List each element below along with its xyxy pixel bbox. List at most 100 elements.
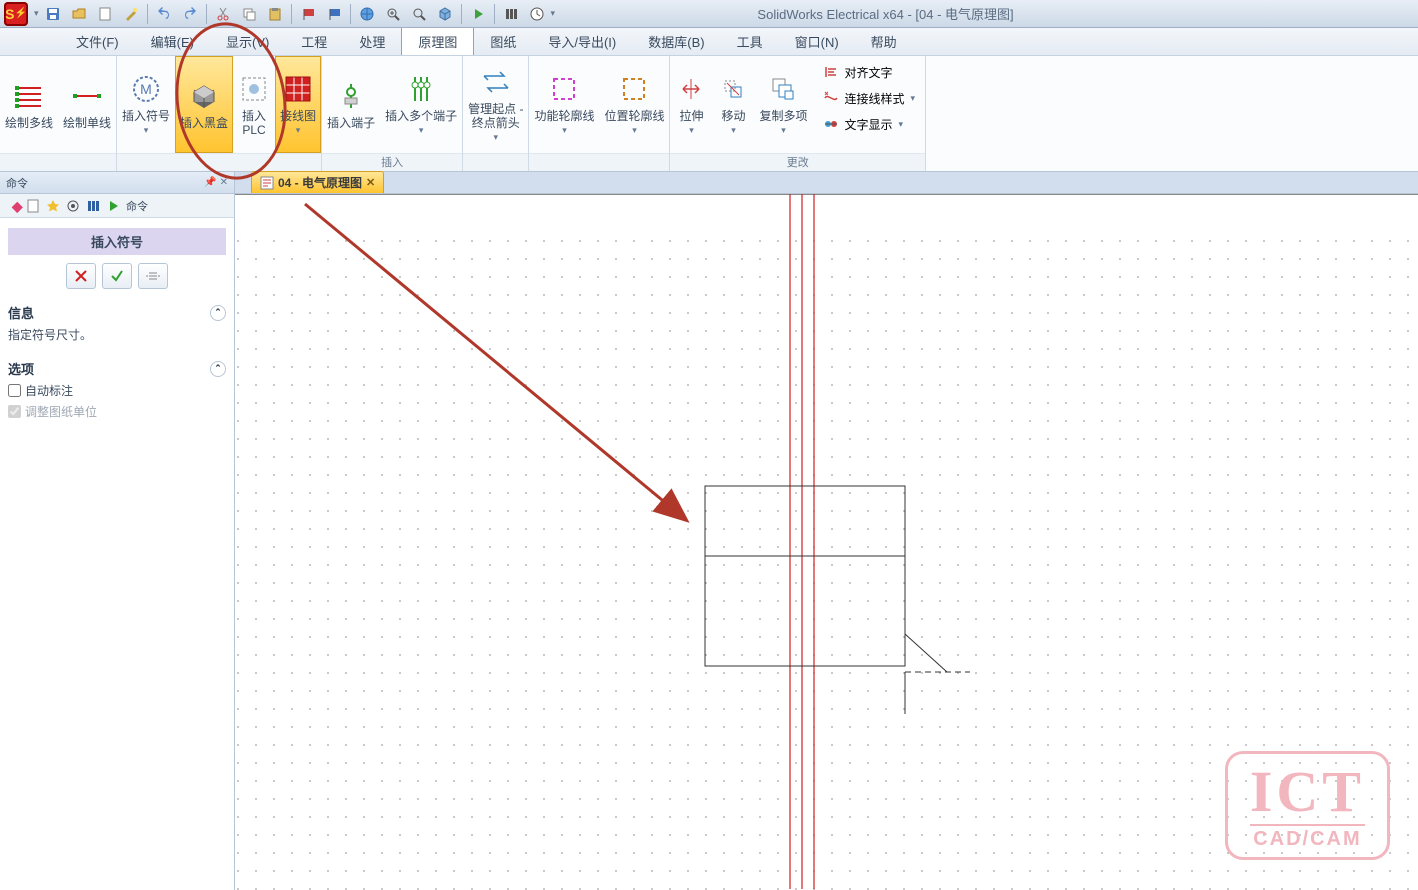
ts-star-icon[interactable] [44, 197, 62, 215]
ts-play-icon[interactable] [104, 197, 122, 215]
grid-icon [282, 73, 314, 105]
menu-3[interactable]: 工程 [285, 28, 343, 55]
qat-save[interactable] [41, 3, 65, 25]
collapse-info-icon[interactable]: ⌃ [210, 305, 226, 321]
collapse-opts-icon[interactable]: ⌃ [210, 361, 226, 377]
watermark-main: ICT [1250, 764, 1365, 820]
wirestyle-icon [823, 90, 839, 106]
qat-zoom-fit[interactable] [407, 3, 431, 25]
dropdown-icon: ▾ [494, 132, 499, 143]
func-outline-icon [548, 73, 580, 105]
copy-multi-button[interactable]: 复制多项▾ [754, 56, 812, 153]
qat-flag-red[interactable] [296, 3, 320, 25]
svg-text:M: M [140, 81, 152, 97]
draw-multi-button[interactable]: 绘制多线 [0, 56, 58, 153]
doc-tab-label: 04 - 电气原理图 [278, 174, 362, 191]
cancel-button[interactable] [66, 263, 96, 289]
insert-symbol-button[interactable]: M插入符号▾ [117, 56, 175, 153]
panel-title: 插入符号 [8, 228, 226, 255]
insert-terminal-button[interactable]: 插入端子 [322, 56, 380, 153]
menu-9[interactable]: 工具 [721, 28, 779, 55]
qat-copy[interactable] [237, 3, 261, 25]
ts-page-icon[interactable] [24, 197, 42, 215]
move-button[interactable]: 移动▾ [712, 56, 754, 153]
ts-gear-icon[interactable] [64, 197, 82, 215]
move-icon [717, 73, 749, 105]
menu-5[interactable]: 原理图 [401, 28, 474, 55]
adjust-units-input [8, 405, 21, 418]
menu-11[interactable]: 帮助 [855, 28, 913, 55]
func-outline-button[interactable]: 功能轮廓线▾ [529, 56, 599, 153]
quick-access-toolbar: ▾ [41, 3, 558, 25]
dropdown-icon: ▾ [419, 125, 424, 136]
app-menu-dd[interactable]: ▾ [34, 8, 39, 19]
wire-style-button[interactable]: 连接线样式 ▾ [819, 86, 920, 110]
draw-single-button[interactable]: 绘制单线 [58, 56, 116, 153]
qat-cube[interactable] [433, 3, 457, 25]
qat-globe[interactable] [355, 3, 379, 25]
align-text-button[interactable]: 对齐文字 [819, 60, 920, 84]
auto-label-checkbox[interactable]: 自动标注 [8, 382, 226, 399]
symbolM-icon: M [130, 73, 162, 105]
singlewire-icon [71, 80, 103, 112]
auto-label-input[interactable] [8, 384, 21, 397]
dropdown-icon: ▾ [731, 125, 736, 136]
qat-redo[interactable] [178, 3, 202, 25]
doc-icon [260, 176, 274, 190]
align-icon [823, 64, 839, 80]
qat-new[interactable] [93, 3, 117, 25]
dropdown-icon: ▾ [632, 125, 637, 136]
multiwire-icon [13, 80, 45, 112]
info-text: 指定符号尺寸。 [8, 326, 226, 343]
opts-section-head: 选项 ⌃ [8, 359, 226, 378]
watermark-sub: CAD/CAM [1250, 824, 1365, 851]
document-tabs: 04 - 电气原理图 ✕ [235, 172, 1418, 194]
side-panel-title: 命令 [6, 175, 28, 191]
close-tab-icon[interactable]: ✕ [366, 176, 375, 189]
qat-paste[interactable] [263, 3, 287, 25]
dropdown-icon: ▾ [562, 125, 567, 136]
insert-multi-terminal-button[interactable]: 插入多个端子▾ [380, 56, 462, 153]
options-button[interactable] [138, 263, 168, 289]
qat-more-dd[interactable]: ▾ [551, 8, 556, 19]
qat-wizard[interactable] [119, 3, 143, 25]
side-panel-content: 插入符号 信息 ⌃ 指定符号尺寸。 选项 ⌃ 自动标注 调整图纸单位 [0, 218, 234, 890]
drawing-canvas[interactable]: ICT CAD/CAM [235, 194, 1418, 890]
qat-open[interactable] [67, 3, 91, 25]
qat-clock[interactable] [525, 3, 549, 25]
ok-button[interactable] [102, 263, 132, 289]
document-tab[interactable]: 04 - 电气原理图 ✕ [251, 171, 384, 193]
multiterm-icon [405, 73, 437, 105]
side-toolstrip: 命令 [0, 194, 234, 218]
text-display-button[interactable]: 文字显示 ▾ [819, 112, 920, 136]
menu-7[interactable]: 导入/导出(I) [532, 28, 632, 55]
dropdown-icon: ▾ [689, 125, 694, 136]
qat-play[interactable] [466, 3, 490, 25]
menu-8[interactable]: 数据库(B) [632, 28, 720, 55]
menu-4[interactable]: 处理 [343, 28, 401, 55]
menu-6[interactable]: 图纸 [474, 28, 532, 55]
ts-last-label: 命令 [126, 198, 148, 214]
app-logo: S⚡ [4, 2, 28, 26]
pin-icon[interactable]: 📌 ✕ [204, 177, 228, 188]
terminal-icon [335, 80, 367, 112]
stretch-icon [675, 73, 707, 105]
side-panel-header: 命令 📌 ✕ [0, 172, 234, 194]
copy-icon [767, 73, 799, 105]
adjust-units-checkbox: 调整图纸单位 [8, 403, 226, 420]
qat-cut[interactable] [211, 3, 235, 25]
qat-bars[interactable] [499, 3, 523, 25]
qat-flag-blue[interactable] [322, 3, 346, 25]
stretch-button[interactable]: 拉伸▾ [670, 56, 712, 153]
window-title: SolidWorks Electrical x64 - [04 - 电气原理图] [557, 4, 1414, 23]
menu-10[interactable]: 窗口(N) [779, 28, 855, 55]
ts-bars-icon[interactable] [84, 197, 102, 215]
menu-0[interactable]: 文件(F) [60, 28, 135, 55]
ts-diamond-icon[interactable] [4, 197, 22, 215]
arrows-icon [480, 66, 512, 98]
qat-zoom-in[interactable] [381, 3, 405, 25]
textdisp-icon [823, 116, 839, 132]
manage-origin-button[interactable]: 管理起点 - 终点箭头▾ [463, 56, 528, 153]
loc-outline-button[interactable]: 位置轮廓线▾ [599, 56, 669, 153]
qat-undo[interactable] [152, 3, 176, 25]
